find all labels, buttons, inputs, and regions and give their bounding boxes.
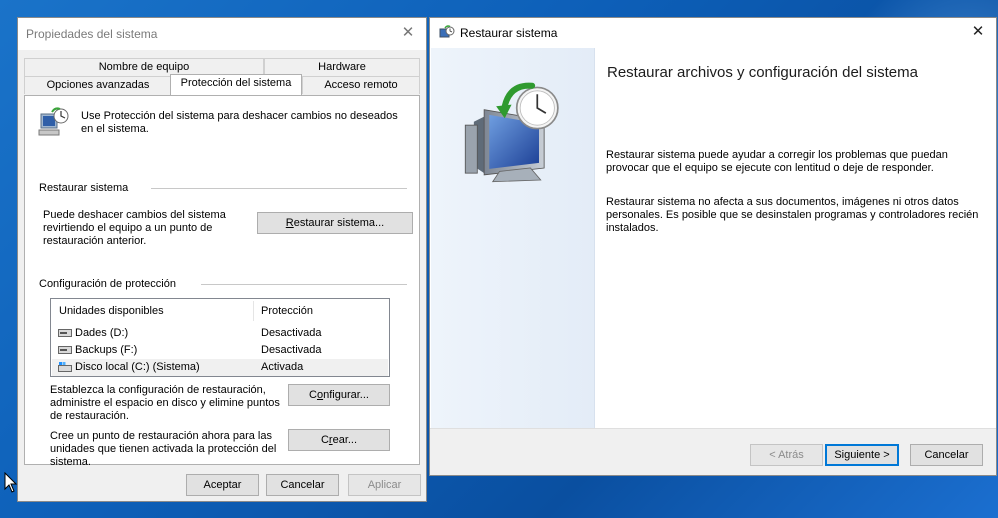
drive-name: Backups (F:) [75, 344, 138, 356]
system-restore-icon [439, 25, 455, 38]
drives-list[interactable]: Unidades disponibles Protección Dades (D… [50, 298, 390, 377]
drives-list-header: Unidades disponibles Protección [51, 299, 389, 323]
wizard-paragraph-2: Restaurar sistema no afecta a sus docume… [606, 196, 979, 234]
wizard-heading: Restaurar archivos y configuración del s… [607, 64, 918, 81]
drive-row-selected[interactable]: Disco local (C:) (Sistema) Activada [52, 359, 388, 376]
configure-button[interactable]: Configurar... [288, 384, 390, 406]
tab-remote-access[interactable]: Acceso remoto [302, 76, 420, 94]
protection-group-title: Configuración de protección [39, 278, 176, 290]
intro-text: Use Protección del sistema para deshacer… [81, 110, 398, 135]
hard-drive-icon [58, 346, 72, 354]
restore-monitor-clock-icon [464, 82, 559, 183]
drive-name: Dades (D:) [75, 327, 129, 339]
cancel-button[interactable]: Cancelar [910, 444, 983, 466]
tab-strip: Nombre de equipo Hardware Opciones avanz… [24, 58, 420, 96]
system-protection-icon [38, 107, 69, 136]
apply-button[interactable]: Aplicar [348, 474, 421, 496]
cancel-button[interactable]: Cancelar [266, 474, 339, 496]
wizard-paragraph-1: Restaurar sistema puede ayudar a corregi… [606, 149, 948, 174]
column-header-drives[interactable]: Unidades disponibles [59, 305, 164, 317]
drive-row[interactable]: Dades (D:) Desactivada [52, 325, 388, 342]
next-button[interactable]: Siguiente > [825, 444, 899, 466]
group-divider [201, 284, 407, 285]
system-drive-icon [58, 362, 72, 372]
restore-wizard-titlebar[interactable]: Restaurar sistema [430, 18, 996, 48]
restore-wizard-window: Restaurar sistema ✕ Restaurar archivos y… [429, 17, 997, 476]
window-title: Restaurar sistema [460, 26, 558, 40]
drive-protection-status: Activada [261, 361, 304, 373]
create-button[interactable]: Crear... [288, 429, 390, 451]
restore-group-title: Restaurar sistema [39, 182, 129, 194]
column-separator[interactable] [253, 301, 254, 321]
close-icon[interactable]: ✕ [400, 25, 416, 41]
hard-drive-icon [58, 329, 72, 337]
drive-protection-status: Desactivada [261, 327, 322, 339]
wizard-footer: < Atrás Siguiente > Cancelar [430, 428, 996, 475]
mouse-cursor-icon [4, 472, 18, 493]
drive-name: Disco local (C:) (Sistema) [75, 361, 200, 373]
tab-system-protection[interactable]: Protección del sistema [170, 74, 302, 95]
drive-protection-status: Desactivada [261, 344, 322, 356]
close-icon[interactable]: ✕ [970, 24, 986, 40]
column-header-protection[interactable]: Protección [261, 305, 313, 317]
system-protection-panel: Use Protección del sistema para deshacer… [24, 95, 420, 468]
tab-advanced-options[interactable]: Opciones avanzadas [24, 76, 172, 94]
configure-description: Establezca la configuración de restaurac… [50, 384, 280, 422]
restore-description: Puede deshacer cambios del sistema revir… [43, 209, 226, 247]
ok-button[interactable]: Aceptar [186, 474, 259, 496]
create-description: Cree un punto de restauración ahora para… [50, 430, 277, 468]
side-divider [594, 48, 595, 428]
system-properties-window: Propiedades del sistema ✕ Nombre de equi… [17, 17, 427, 502]
wizard-side-banner [431, 48, 594, 428]
restore-system-button[interactable]: Restaurar sistema... [257, 212, 413, 234]
group-divider [151, 188, 407, 189]
back-button[interactable]: < Atrás [750, 444, 823, 466]
system-properties-titlebar[interactable]: Propiedades del sistema [18, 18, 426, 50]
drive-row[interactable]: Backups (F:) Desactivada [52, 342, 388, 359]
window-title: Propiedades del sistema [26, 27, 158, 41]
